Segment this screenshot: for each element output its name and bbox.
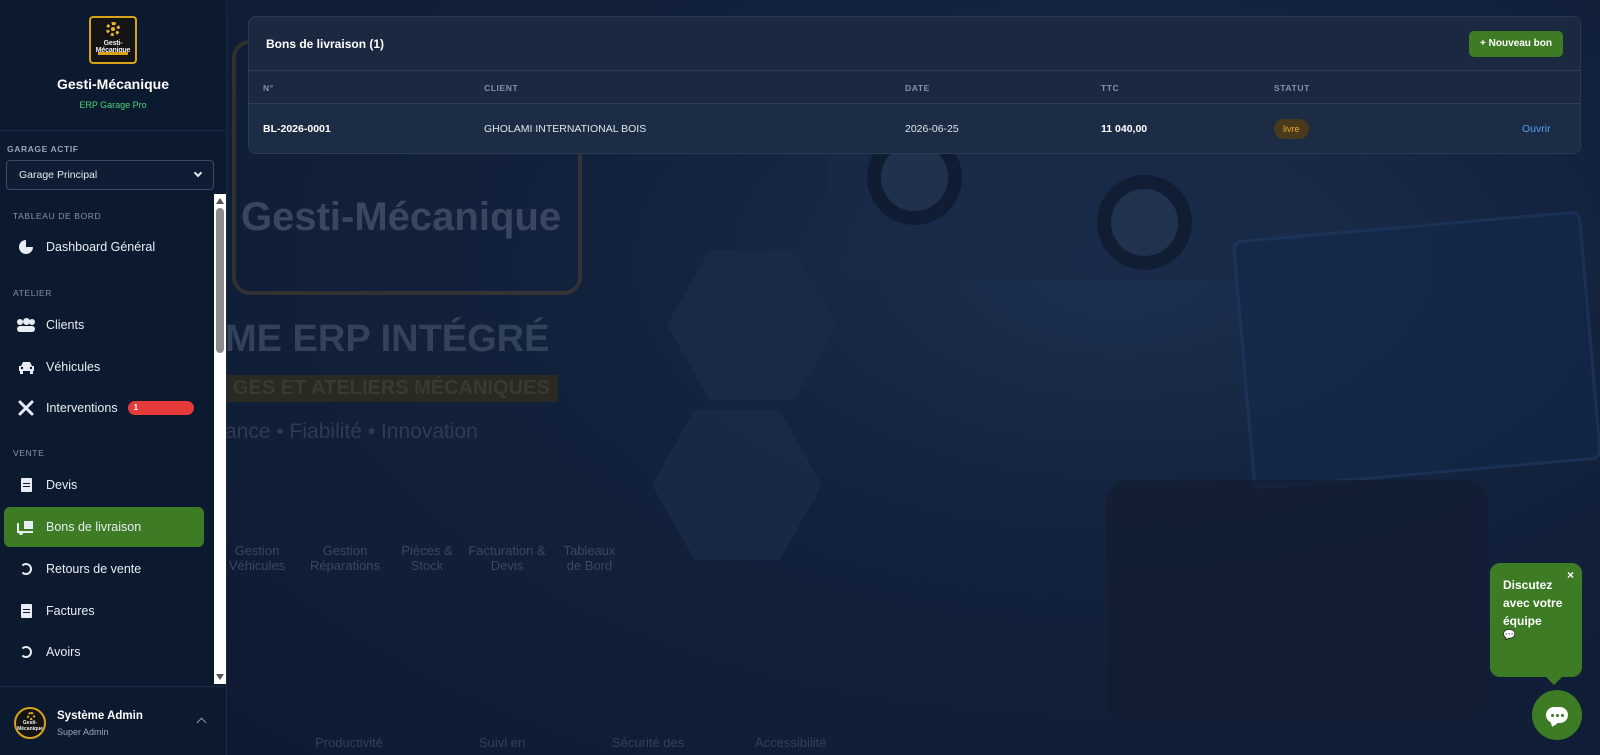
chat-icon [1546, 707, 1568, 723]
sidebar-item-label: Bons de livraison [46, 520, 142, 534]
column-date[interactable]: DATE [905, 83, 930, 93]
background-monitor [1231, 210, 1600, 490]
garage-select[interactable]: Garage Principal [6, 160, 214, 190]
background-feature-1: Gestion Véhicules [228, 543, 286, 573]
column-number[interactable]: N° [263, 83, 274, 93]
interventions-count-badge: 1 [127, 401, 194, 415]
table-header: N° CLIENT DATE TTC STATUT [249, 71, 1580, 104]
background-wheel [1097, 175, 1192, 270]
column-client[interactable]: CLIENT [484, 83, 518, 93]
avatar: Gesti-Mécanique [14, 707, 46, 739]
background-feature-5: Tableaux de Bord [563, 543, 616, 573]
delivery-notes-panel: Bons de livraison (1) + Nouveau bon N° C… [248, 16, 1581, 154]
scroll-down-arrow-icon[interactable] [216, 674, 224, 680]
sidebar-item-label: Factures [46, 604, 95, 618]
background-hexagon [652, 410, 822, 560]
sidebar-item-label: Interventions [46, 401, 118, 415]
sidebar-item-factures[interactable]: Factures [4, 591, 204, 631]
undo-icon [16, 561, 36, 577]
chat-prompt-bubble[interactable]: Discutez avec votre équipe 💬 × [1490, 563, 1582, 685]
background-erp-text: ME ERP INTÉGRÉ [227, 318, 550, 360]
sidebar-nav: TABLEAU DE BORD Dashboard Général ATELIE… [0, 194, 212, 684]
sidebar-item-label: Clients [46, 318, 85, 332]
background-footer-4: Accessibilité [755, 735, 827, 750]
brand-subtitle: ERP Garage Pro [79, 100, 147, 110]
chevron-up-icon[interactable] [196, 717, 207, 728]
close-icon[interactable]: × [1567, 568, 1574, 582]
sidebar-item-label: Avoirs [46, 645, 81, 659]
sidebar-item-label: Véhicules [46, 360, 101, 374]
chat-prompt-text: Discutez avec votre équipe [1503, 578, 1563, 628]
row-number: BL-2026-0001 [263, 123, 331, 135]
section-vente: VENTE [13, 448, 45, 458]
chat-button[interactable] [1532, 690, 1582, 740]
sidebar-item-label: Retours de vente [46, 562, 142, 576]
status-badge: livre [1274, 119, 1309, 139]
user-name: Système Admin [57, 710, 143, 722]
row-date: 2026-06-25 [905, 123, 959, 135]
background-feature-4: Facturation & Devis [468, 543, 546, 573]
background-hexagon [667, 250, 837, 400]
section-atelier: ATELIER [13, 288, 52, 298]
new-delivery-note-button[interactable]: + Nouveau bon [1469, 30, 1563, 57]
sidebar-item-label: Dashboard Général [46, 240, 156, 254]
scrollbar-thumb[interactable] [216, 208, 224, 353]
sidebar-item-vehicules[interactable]: Véhicules [4, 347, 204, 387]
users-icon [16, 317, 36, 333]
gear-icon [106, 22, 120, 36]
user-role: Super Admin [57, 727, 109, 737]
brand-title: Gesti-Mécanique [56, 76, 170, 92]
background-footer-3: Sécurité des [612, 735, 685, 750]
brand-header: Gesti-Mécanique Gesti-Mécanique ERP Gara… [0, 0, 226, 131]
background-footer-2: Suivi en [479, 735, 526, 750]
background-feature-3: Pièces & Stock [401, 543, 453, 573]
tools-icon [16, 400, 36, 416]
background-garages-text: GES ET ATELIERS MÉCANIQUES [227, 375, 558, 402]
car-icon [16, 359, 36, 375]
sidebar-item-devis[interactable]: Devis [4, 465, 204, 505]
column-status[interactable]: STATUT [1274, 83, 1310, 93]
sidebar-item-clients[interactable]: Clients [4, 305, 204, 345]
row-ttc: 11 040,00 [1101, 123, 1148, 135]
truck-loading-icon [16, 519, 36, 535]
column-ttc[interactable]: TTC [1101, 83, 1119, 93]
sidebar-item-retours-de-vente[interactable]: Retours de vente [4, 549, 204, 589]
sidebar-item-dashboard[interactable]: Dashboard Général [4, 227, 204, 267]
panel-header: Bons de livraison (1) + Nouveau bon [249, 17, 1580, 71]
garage-select-value: Garage Principal [19, 169, 98, 181]
undo-icon [16, 644, 36, 660]
open-link[interactable]: Ouvrir [1522, 123, 1551, 135]
background-brand-text: Gesti-Mécanique [241, 195, 562, 239]
background-tagline: ance • Fiabilité • Innovation [227, 420, 478, 443]
row-client: GHOLAMI INTERNATIONAL BOIS [484, 123, 647, 135]
user-profile[interactable]: Gesti-Mécanique Système Admin Super Admi… [0, 686, 227, 755]
gear-icon [27, 712, 35, 720]
sidebar-scrollbar[interactable] [214, 194, 226, 684]
section-tableau-de-bord: TABLEAU DE BORD [13, 211, 102, 221]
table-row[interactable]: BL-2026-0001 GHOLAMI INTERNATIONAL BOIS … [249, 104, 1580, 153]
sidebar: Gesti-Mécanique Gesti-Mécanique ERP Gara… [0, 0, 227, 755]
sidebar-item-interventions[interactable]: Interventions 1 [4, 388, 204, 428]
sidebar-item-avoirs[interactable]: Avoirs [4, 632, 204, 672]
background-feature-2: Gestion Réparations [309, 543, 381, 573]
speech-bubble-icon: 💬 [1503, 630, 1516, 641]
sidebar-item-label: Devis [46, 478, 78, 492]
invoice-icon [16, 603, 36, 619]
document-icon [16, 477, 36, 493]
chart-pie-icon [16, 239, 36, 255]
page-title: Bons de livraison (1) [266, 36, 385, 51]
background-engine [1107, 480, 1487, 720]
background-footer-1: Productivité [315, 735, 383, 750]
sidebar-item-bons-de-livraison[interactable]: Bons de livraison [4, 507, 204, 547]
brand-logo[interactable]: Gesti-Mécanique [89, 16, 137, 64]
scroll-up-arrow-icon[interactable] [216, 198, 224, 204]
garage-label: GARAGE ACTIF [7, 144, 79, 154]
chevron-down-icon [193, 168, 203, 178]
